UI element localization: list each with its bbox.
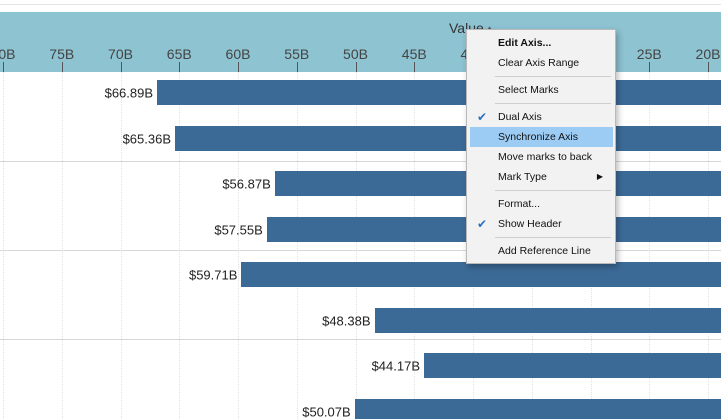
bar-value-label: $65.36B: [122, 131, 172, 146]
bar[interactable]: [424, 353, 721, 378]
grid-line: [179, 72, 181, 419]
axis-tick-mark: [355, 62, 357, 72]
grid-line: [3, 72, 4, 419]
axis-tick-mark: [61, 62, 63, 72]
axis-tick-label: 80B: [0, 46, 16, 62]
pane-divider: [0, 339, 721, 340]
bar[interactable]: [241, 262, 721, 287]
axis-context-menu: Edit Axis... Clear Axis Range Select Marks…: [466, 29, 616, 264]
menu-item-dual-axis[interactable]: ✔ Dual Axis: [470, 107, 613, 127]
axis-tick-label: 25B: [636, 46, 662, 62]
menu-item-add-reference-line[interactable]: Add Reference Line: [470, 241, 613, 261]
menu-item-label: Dual Axis: [498, 111, 542, 123]
axis-tick-mark: [708, 62, 709, 72]
menu-item-clear-axis-range[interactable]: Clear Axis Range: [470, 53, 613, 73]
grid-line: [120, 72, 122, 419]
menu-item-label: Mark Type: [498, 171, 547, 183]
axis-tick-mark: [296, 62, 298, 72]
menu-item-label: Add Reference Line: [498, 245, 591, 257]
axis-tick-mark: [649, 62, 651, 72]
menu-item-format[interactable]: Format...: [470, 194, 613, 214]
menu-item-label: Show Header: [498, 218, 562, 230]
axis-tick-label: 65B: [166, 46, 192, 62]
bar-value-label: $56.87B: [222, 176, 271, 191]
menu-item-select-marks[interactable]: Select Marks: [470, 80, 613, 100]
bar-value-label: $44.17B: [371, 358, 420, 373]
axis-tick-mark: [3, 62, 4, 72]
axis-tick-label: 45B: [401, 46, 427, 62]
menu-item-label: Edit Axis...: [498, 37, 552, 49]
axis-tick-mark: [179, 62, 181, 72]
menu-item-label: Clear Axis Range: [498, 57, 580, 69]
menu-item-move-marks-to-back[interactable]: Move marks to back: [470, 147, 613, 167]
grid-line: [355, 72, 357, 419]
menu-separator: [495, 76, 611, 77]
grid-line: [238, 72, 239, 419]
menu-separator: [495, 103, 611, 104]
axis-tick-label: 75B: [49, 46, 75, 62]
check-icon: ✔: [477, 110, 488, 124]
axis-tick-mark: [414, 62, 416, 72]
menu-item-label: Synchronize Axis: [498, 131, 578, 143]
menu-item-edit-axis[interactable]: Edit Axis...: [470, 33, 613, 53]
check-icon: ✔: [477, 217, 488, 231]
grid-line: [296, 72, 298, 419]
chart-canvas: Value♦ 80B75B70B65B60B55B50B45B40B35B30B…: [0, 0, 721, 419]
bar-value-label: $57.55B: [214, 222, 263, 237]
bar-value-label: $66.89B: [104, 85, 154, 100]
menu-separator: [495, 237, 611, 238]
bar[interactable]: [374, 308, 721, 333]
menu-item-mark-type[interactable]: Mark Type ▶: [470, 167, 613, 187]
menu-separator: [495, 190, 611, 191]
menu-item-label: Select Marks: [498, 84, 559, 96]
bar[interactable]: [175, 126, 721, 151]
submenu-arrow-icon: ▶: [596, 172, 603, 181]
axis-tick-label: 60B: [225, 46, 251, 62]
axis-tick-mark: [120, 62, 122, 72]
menu-item-label: Format...: [498, 198, 541, 210]
bar[interactable]: [157, 80, 721, 105]
axis-tick-label: 55B: [284, 46, 310, 62]
axis-tick-label: 20B: [695, 46, 721, 62]
axis-tick-label: 70B: [108, 46, 133, 62]
axis-tick-mark: [238, 62, 239, 72]
bar-value-label: $59.71B: [188, 267, 238, 282]
bar-value-label: $48.38B: [322, 313, 371, 328]
grid-line: [61, 72, 63, 419]
menu-item-label: Move marks to back: [498, 151, 592, 163]
top-divider: [0, 4, 721, 5]
menu-item-synchronize-axis[interactable]: Synchronize Axis: [470, 127, 613, 147]
bar[interactable]: [354, 399, 721, 419]
bar-value-label: $50.07B: [302, 404, 351, 419]
axis-tick-label: 50B: [343, 46, 368, 62]
menu-item-show-header[interactable]: ✔ Show Header: [470, 214, 613, 234]
